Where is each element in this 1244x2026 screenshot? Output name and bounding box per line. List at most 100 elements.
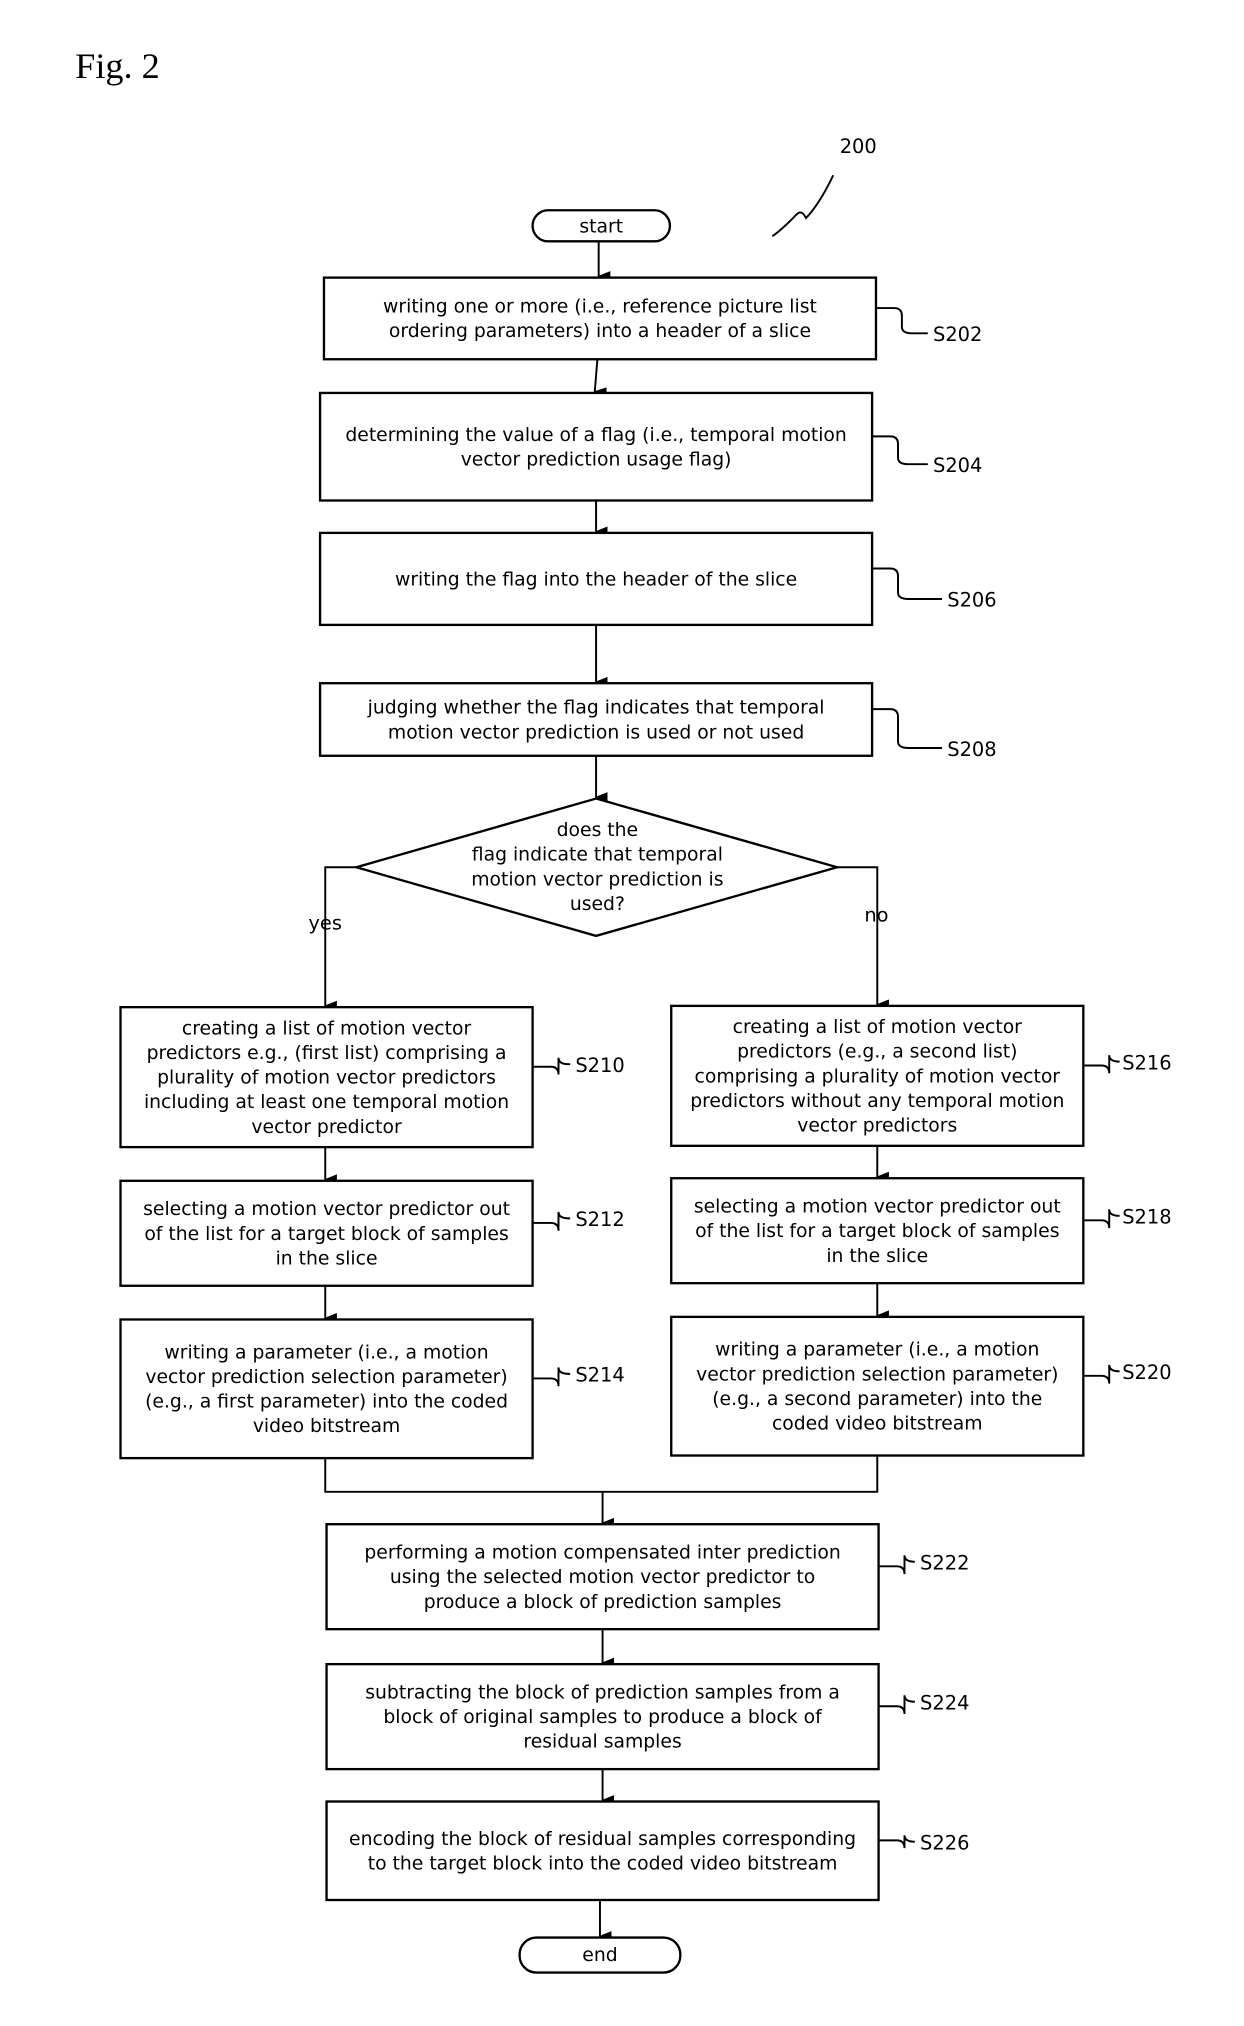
step-s224: subtracting the block of prediction samp… [325, 1662, 969, 1771]
step-text-line: using the selected motion vector predict… [390, 1567, 815, 1588]
start-terminal: start [531, 209, 672, 243]
step-leader-line [878, 1555, 915, 1575]
step-box [670, 1315, 1085, 1457]
step-id-label: S204 [933, 454, 982, 477]
step-id-label: S208 [947, 738, 996, 761]
step-text-line: (e.g., a second parameter) into the [712, 1389, 1042, 1410]
step-s202: writing one or more (i.e., reference pic… [322, 276, 982, 361]
step-id-label: S210 [575, 1054, 624, 1077]
step-text-line: plurality of motion vector predictors [157, 1068, 496, 1089]
step-id-label: S224 [920, 1692, 969, 1715]
step-text-line: including at least one temporal motion [144, 1092, 509, 1113]
step-text-line: of the list for a target block of sample… [695, 1221, 1059, 1242]
reference-leader-line [771, 174, 835, 237]
arrow-yes-branch [323, 866, 357, 1012]
step-leader-line [1083, 1209, 1120, 1229]
step-s206: writing the flag into the header of the … [318, 531, 997, 627]
step-text-line: writing the flag into the header of the … [395, 569, 797, 590]
step-text-line: encoding the block of residual samples c… [349, 1829, 856, 1850]
step-s218: selecting a motion vector predictor out o… [670, 1177, 1172, 1285]
decision-line-3: motion vector prediction is [471, 869, 723, 890]
flowchart: Fig. 2 200 start writing one or more (i.… [75, 46, 1172, 1974]
step-text-line: predictors without any temporal motion [690, 1091, 1064, 1112]
step-leader-line [878, 1695, 915, 1715]
end-terminal: end [518, 1936, 682, 1974]
step-id-label: S220 [1122, 1361, 1171, 1384]
reference-number: 200 [840, 135, 877, 158]
step-s204: determining the value of a flag (i.e., t… [318, 391, 982, 502]
step-box [318, 391, 874, 502]
step-leader-line [872, 435, 928, 466]
step-text-line: writing a parameter (i.e., a motion [715, 1340, 1039, 1361]
step-text-line: produce a block of prediction samples [424, 1592, 782, 1613]
step-id-label: S206 [947, 589, 996, 612]
yes-label: yes [308, 911, 342, 934]
step-text-line: vector predictors [797, 1116, 957, 1137]
step-text-line: vector predictor [251, 1117, 402, 1138]
step-text-line: of the list for a target block of sample… [144, 1224, 508, 1245]
step-text-line: vector prediction selection parameter) [696, 1364, 1058, 1385]
step-s226: encoding the block of residual samples c… [325, 1800, 969, 1902]
step-leader-line [872, 708, 943, 749]
step-text-line: block of original samples to produce a b… [383, 1707, 822, 1728]
step-s208: judging whether the flag indicates that … [318, 682, 997, 761]
step-text-line: writing a parameter (i.e., a motion [164, 1342, 488, 1363]
step-text-line: motion vector prediction is used or not … [388, 722, 804, 743]
step-text-line: creating a list of motion vector [733, 1017, 1023, 1038]
step-box [119, 1318, 534, 1460]
step-text-line: (e.g., a first parameter) into the coded [145, 1392, 508, 1413]
step-s212: selecting a motion vector predictor out o… [119, 1179, 625, 1287]
step-text-line: video bitstream [253, 1416, 400, 1437]
step-id-label: S214 [575, 1364, 624, 1387]
step-leader-line [875, 307, 928, 335]
step-leader-line [532, 1211, 571, 1231]
step-leader-line [878, 1835, 915, 1849]
step-leader-line [532, 1367, 571, 1387]
step-text-line: selecting a motion vector predictor out [694, 1197, 1061, 1218]
decision-line-1: does the [557, 820, 638, 841]
decision-line-2: flag indicate that temporal [472, 845, 723, 866]
step-id-label: S222 [920, 1552, 969, 1575]
step-leader-line [1083, 1364, 1120, 1384]
step-text-line: in the slice [826, 1246, 928, 1267]
step-s220: writing a parameter (i.e., a motion vecto… [670, 1315, 1172, 1457]
step-s216: creating a list of motion vector predicto… [670, 1004, 1172, 1147]
step-text-line: determining the value of a flag (i.e., t… [345, 425, 846, 446]
step-text-line: vector prediction selection parameter) [145, 1367, 507, 1388]
end-label: end [582, 1945, 617, 1966]
arrow-s202-s204 [593, 359, 607, 398]
step-leader-line [532, 1057, 571, 1075]
step-id-label: S202 [933, 323, 982, 346]
step-text-line: subtracting the block of prediction samp… [365, 1682, 840, 1703]
merge-line [324, 1455, 879, 1493]
step-id-label: S216 [1122, 1051, 1171, 1074]
step-text-line: creating a list of motion vector [182, 1018, 472, 1039]
arrow-no-branch [837, 866, 889, 1010]
step-box [322, 276, 878, 361]
step-text-line: selecting a motion vector predictor out [143, 1199, 510, 1220]
step-s214: writing a parameter (i.e., a motion vecto… [119, 1318, 625, 1460]
decision-diamond: does the flag indicate that temporal mot… [352, 797, 842, 938]
step-text-line: predictors (e.g., a second list) [737, 1042, 1017, 1063]
step-s222: performing a motion compensated inter pr… [325, 1523, 969, 1631]
figure-title: Fig. 2 [75, 46, 160, 86]
step-id-label: S226 [920, 1831, 969, 1854]
step-leader-line [1083, 1055, 1120, 1074]
decision-line-4: used? [570, 894, 625, 915]
step-s210: creating a list of motion vector predicto… [119, 1006, 625, 1149]
no-label: no [864, 904, 888, 927]
step-text-line: comprising a plurality of motion vector [695, 1066, 1061, 1087]
step-text-line: performing a motion compensated inter pr… [364, 1543, 840, 1564]
step-text-line: in the slice [276, 1248, 378, 1269]
step-box [325, 1800, 880, 1902]
step-text-line: ordering parameters) into a header of a … [389, 321, 811, 342]
step-text-line: vector prediction usage flag) [461, 450, 732, 471]
step-id-label: S218 [1122, 1206, 1171, 1229]
step-text-line: predictors e.g., (first list) comprising… [147, 1043, 507, 1064]
step-text-line: judging whether the flag indicates that … [367, 698, 825, 719]
step-text-line: to the target block into the coded video… [368, 1854, 838, 1875]
start-label: start [579, 216, 623, 237]
step-leader-line [872, 567, 943, 600]
step-text-line: writing one or more (i.e., reference pic… [383, 297, 817, 318]
step-id-label: S212 [575, 1208, 624, 1231]
